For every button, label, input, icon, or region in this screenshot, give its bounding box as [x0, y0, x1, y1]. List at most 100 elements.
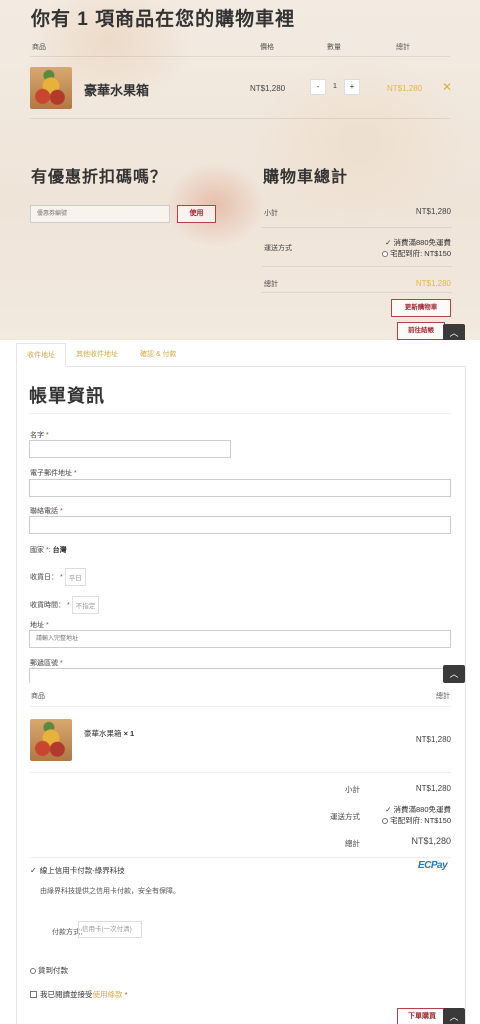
shipping-option-delivery[interactable]: 宅配到府: NT$150: [382, 248, 451, 259]
required-mark: *: [45, 547, 49, 554]
order-total-value: NT$1,280: [411, 836, 451, 846]
phone-label: 聯絡電話 *: [30, 506, 63, 516]
order-item-total: NT$1,280: [415, 735, 451, 744]
terms-row[interactable]: 我已閱讀並接受使用條款 *: [30, 989, 128, 1000]
cart-title: 你有 1 項商品在您的購物車裡: [31, 9, 296, 30]
delivery-time-row: 收貨時間： * 不指定: [30, 596, 100, 614]
check-icon: ✓: [30, 866, 37, 875]
divider: [29, 413, 451, 414]
remove-item-icon[interactable]: ✕: [442, 80, 452, 94]
payment-option-online[interactable]: ✓ 線上信用卡付款-綠界科技: [30, 865, 125, 876]
order-review-section: 商品 總計 豪華水果箱 × 1 NT$1,280 小計 NT$1,280 運送方…: [0, 683, 480, 1024]
order-header-product: 商品: [31, 693, 45, 700]
billing-title: 帳單資訊: [29, 386, 105, 406]
delivery-date-select[interactable]: 平日: [64, 568, 86, 586]
country-value: 台灣: [52, 547, 67, 554]
shipping-option-delivery-label: 宅配到府: NT$150: [390, 249, 451, 258]
cart-item-name[interactable]: 豪華水果箱: [84, 80, 149, 99]
divider: [262, 227, 452, 228]
postcode-label: 郵遞區號 *: [30, 658, 63, 668]
payment-method-select[interactable]: 信用卡(一次付清): [78, 921, 142, 938]
product-thumbnail[interactable]: [30, 67, 72, 109]
order-item-qty: × 1: [123, 729, 135, 738]
tab-other-address[interactable]: 其他收件地址: [76, 343, 118, 367]
country-label: 國家 *: 台灣: [30, 547, 67, 554]
phone-label-text: 聯絡電話: [30, 508, 58, 515]
total-label: 總計: [264, 281, 278, 288]
qty-input[interactable]: 1: [327, 79, 343, 95]
delivery-date-label: 收貨日：: [30, 573, 58, 581]
shipping-option-free-label: 消費滿880免運費: [393, 238, 451, 247]
required-mark: *: [45, 622, 49, 629]
total-value: NT$1,280: [415, 279, 451, 288]
order-item-name: 豪華水果箱: [84, 729, 122, 738]
tab-shipping-address[interactable]: 收件地址: [16, 343, 66, 367]
address-field[interactable]: [29, 630, 451, 648]
divider: [30, 118, 450, 119]
address-label: 地址 *: [30, 620, 49, 630]
ecpay-logo: ECPay: [418, 860, 448, 871]
payment-description: 由綠界科技提供之信用卡付款，安全有保障。: [40, 888, 180, 895]
order-shipping-option-free-label: 消費滿880免運費: [393, 805, 451, 814]
required-mark: *: [59, 573, 63, 581]
order-item: 豪華水果箱 × 1: [84, 728, 134, 739]
required-mark: *: [73, 470, 77, 477]
order-shipping-option-free[interactable]: ✓ 消費滿880免運費: [385, 804, 451, 815]
divider: [30, 56, 450, 57]
divider: [30, 772, 451, 773]
place-order-button[interactable]: 下單購買: [397, 1008, 447, 1024]
cart-header-quantity: 數量: [327, 44, 341, 51]
phone-field[interactable]: [29, 516, 451, 534]
radio-icon[interactable]: [382, 818, 389, 824]
cart-section: 你有 1 項商品在您的購物車裡 商品 價格 數量 總計 豪華水果箱 NT$1,2…: [0, 0, 480, 340]
coupon-title: 有優惠折扣碼嗎？: [31, 169, 168, 186]
radio-icon[interactable]: [30, 968, 36, 974]
divider: [30, 706, 451, 707]
delivery-time-select[interactable]: 不指定: [71, 596, 100, 614]
payment-option-cod[interactable]: 貨到付款: [30, 965, 68, 976]
radio-icon[interactable]: [382, 251, 389, 257]
scroll-top-button[interactable]: ︿: [443, 1008, 465, 1024]
update-cart-button[interactable]: 更新購物車: [391, 299, 451, 317]
order-subtotal-value: NT$1,280: [415, 784, 451, 793]
payment-online-label: 線上信用卡付款-綠界科技: [39, 866, 125, 875]
terms-prefix: 我已閱讀並接受: [40, 990, 93, 999]
postcode-field[interactable]: [29, 668, 451, 683]
cart-header-total: 總計: [396, 44, 410, 51]
order-total-label: 總計: [345, 839, 360, 848]
required-mark: *: [124, 990, 128, 999]
scroll-top-button[interactable]: ︿: [443, 665, 465, 683]
email-label: 電子郵件地址 *: [30, 468, 77, 478]
required-mark: *: [59, 660, 63, 667]
required-mark: *: [45, 432, 49, 439]
required-mark: *: [66, 601, 70, 609]
name-label-text: 名字: [30, 432, 44, 439]
cart-totals-title: 購物車總計: [263, 169, 349, 186]
delivery-date-row: 收貨日： * 平日: [30, 568, 86, 586]
name-field[interactable]: [29, 440, 231, 458]
order-shipping-option-delivery-label: 宅配到府: NT$150: [390, 816, 451, 825]
product-thumbnail: [30, 719, 72, 761]
scroll-top-button[interactable]: ︿: [443, 324, 465, 340]
cart-item-line-total: NT$1,280: [387, 84, 423, 93]
proceed-to-checkout-button[interactable]: 前往結帳: [397, 322, 445, 340]
qty-decrease-button[interactable]: -: [310, 79, 326, 95]
email-field[interactable]: [29, 479, 451, 497]
subtotal-label: 小計: [264, 210, 278, 217]
divider: [262, 266, 452, 267]
coupon-input[interactable]: [30, 205, 170, 223]
terms-checkbox[interactable]: [30, 991, 37, 998]
name-label: 名字 *: [30, 430, 49, 440]
postcode-label-text: 郵遞區號: [30, 660, 58, 667]
email-label-text: 電子郵件地址: [30, 470, 72, 477]
shipping-option-free[interactable]: ✓ 消費滿880免運費: [385, 237, 451, 248]
order-subtotal-label: 小計: [345, 785, 360, 794]
tab-confirm-payment[interactable]: 確認 & 付款: [140, 343, 177, 367]
terms-link[interactable]: 使用條款: [93, 990, 123, 999]
order-shipping-option-delivery[interactable]: 宅配到府: NT$150: [382, 815, 451, 826]
required-mark: *: [59, 508, 63, 515]
cart-header-product: 商品: [32, 44, 46, 51]
apply-coupon-button[interactable]: 使用: [177, 205, 216, 223]
qty-increase-button[interactable]: +: [344, 79, 360, 95]
cart-header-price: 價格: [260, 44, 274, 51]
